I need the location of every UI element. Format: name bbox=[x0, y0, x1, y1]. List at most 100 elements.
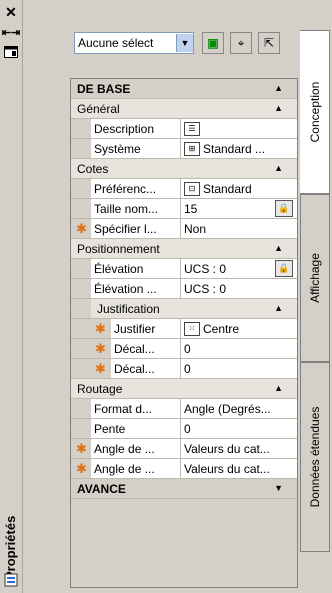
expand-icon[interactable]: ▼ bbox=[274, 483, 283, 493]
prop-name: Décal... bbox=[111, 359, 181, 378]
description-icon[interactable]: ☰ bbox=[184, 121, 200, 136]
collapse-icon[interactable]: ▲ bbox=[274, 163, 283, 173]
prop-name: Justifier bbox=[111, 319, 181, 338]
prop-specifier[interactable]: ✱ Spécifier l... Non bbox=[71, 219, 297, 239]
star-icon: ✱ bbox=[76, 221, 87, 236]
prop-name: Élévation bbox=[91, 259, 181, 278]
group-justification-label: Justification bbox=[97, 302, 160, 316]
preference-icon: ⊡ bbox=[184, 181, 200, 196]
group-routage-label: Routage bbox=[77, 382, 123, 396]
prop-value[interactable]: Valeurs du cat... bbox=[181, 439, 297, 458]
prop-name: Angle de ... bbox=[91, 439, 181, 458]
chevron-down-icon[interactable]: ▼ bbox=[176, 34, 193, 52]
prop-value[interactable]: ⊞ Standard ... bbox=[181, 139, 297, 158]
prop-name: Description bbox=[91, 119, 181, 138]
tab-affichage[interactable]: Affichage bbox=[300, 194, 330, 362]
properties-palette: ✕ ⇤⇥ Propriétés Aucune sélect ▼ ▣ ⌖ ⇱ DE… bbox=[0, 0, 332, 593]
prop-value-text: Standard ... bbox=[203, 141, 266, 156]
prop-name: Pente bbox=[91, 419, 181, 438]
section-de-base[interactable]: DE BASE ▲ bbox=[71, 79, 297, 99]
toggle-pickadd-icon: ⇱ bbox=[263, 36, 275, 50]
quick-select-button[interactable]: ⌖ bbox=[230, 32, 252, 54]
prop-elevation[interactable]: Élévation UCS : 0 🔒 bbox=[71, 259, 297, 279]
tab-affichage-label: Affichage bbox=[308, 253, 322, 303]
autohide-icon[interactable]: ⇤⇥ bbox=[2, 24, 20, 40]
properties-menu-icon[interactable] bbox=[3, 44, 19, 60]
prop-angle-2[interactable]: ✱ Angle de ... Valeurs du cat... bbox=[71, 459, 297, 479]
prop-name: Préférenc... bbox=[91, 179, 181, 198]
properties-grid: DE BASE ▲ Général ▲ Description ☰ Systèm… bbox=[70, 78, 298, 588]
star-icon: ✱ bbox=[76, 461, 87, 476]
prop-value-text: 0 bbox=[184, 341, 191, 356]
prop-value-text: Standard bbox=[203, 181, 252, 196]
tab-conception[interactable]: Conception bbox=[300, 30, 330, 194]
group-cotes[interactable]: Cotes ▲ bbox=[71, 159, 297, 179]
group-routage[interactable]: Routage ▲ bbox=[71, 379, 297, 399]
prop-name: Taille nom... bbox=[91, 199, 181, 218]
select-objects-button[interactable]: ▣ bbox=[202, 32, 224, 54]
prop-value-text: Valeurs du cat... bbox=[184, 441, 270, 456]
group-cotes-label: Cotes bbox=[77, 162, 109, 176]
tab-conception-label: Conception bbox=[307, 81, 322, 143]
prop-systeme[interactable]: Système ⊞ Standard ... bbox=[71, 139, 297, 159]
prop-value[interactable]: 0 bbox=[181, 339, 297, 358]
system-icon: ⊞ bbox=[184, 141, 200, 156]
palette-title-strip[interactable]: ✕ ⇤⇥ Propriétés bbox=[0, 0, 23, 593]
prop-format[interactable]: Format d... Angle (Degrés... bbox=[71, 399, 297, 419]
prop-value[interactable]: 0 bbox=[181, 359, 297, 378]
prop-name: Angle de ... bbox=[91, 459, 181, 478]
prop-value-text: Angle (Degrés... bbox=[184, 401, 271, 416]
prop-justifier[interactable]: ✱ Justifier ⁙ Centre bbox=[71, 319, 297, 339]
group-positionnement[interactable]: Positionnement ▲ bbox=[71, 239, 297, 259]
lock-icon[interactable]: 🔒 bbox=[275, 200, 293, 217]
prop-angle-1[interactable]: ✱ Angle de ... Valeurs du cat... bbox=[71, 439, 297, 459]
prop-value[interactable]: Angle (Degrés... bbox=[181, 399, 297, 418]
toggle-pickadd-button[interactable]: ⇱ bbox=[258, 32, 280, 54]
close-icon[interactable]: ✕ bbox=[3, 4, 19, 20]
prop-value-text: 0 bbox=[184, 421, 191, 436]
palette-tabs: Conception Affichage Données étendues bbox=[300, 30, 332, 593]
prop-value[interactable]: UCS : 0 bbox=[181, 279, 297, 298]
prop-elevation-2[interactable]: Élévation ... UCS : 0 bbox=[71, 279, 297, 299]
selection-dropdown-value: Aucune sélect bbox=[78, 36, 154, 50]
prop-taille[interactable]: Taille nom... 15 🔒 bbox=[71, 199, 297, 219]
prop-name: Décal... bbox=[111, 339, 181, 358]
group-justification[interactable]: Justification ▲ bbox=[71, 299, 297, 319]
collapse-icon[interactable]: ▲ bbox=[274, 303, 283, 313]
prop-value-text: Non bbox=[184, 221, 207, 236]
prop-value[interactable]: 0 bbox=[181, 419, 297, 438]
prop-preference[interactable]: Préférenc... ⊡ Standard bbox=[71, 179, 297, 199]
prop-name: Format d... bbox=[91, 399, 181, 418]
collapse-icon[interactable]: ▲ bbox=[274, 383, 283, 393]
tab-donnees-etendues-label: Données étendues bbox=[308, 406, 322, 508]
prop-description[interactable]: Description ☰ bbox=[71, 119, 297, 139]
prop-value[interactable]: ⊡ Standard bbox=[181, 179, 297, 198]
collapse-icon[interactable]: ▲ bbox=[274, 243, 283, 253]
prop-value-text: Centre bbox=[203, 321, 240, 336]
prop-decal-2[interactable]: ✱ Décal... 0 bbox=[71, 359, 297, 379]
collapse-icon[interactable]: ▲ bbox=[274, 83, 283, 93]
prop-decal-1[interactable]: ✱ Décal... 0 bbox=[71, 339, 297, 359]
quick-select-icon: ⌖ bbox=[237, 35, 245, 50]
justify-grid-icon: ⁙ bbox=[184, 321, 200, 336]
section-avance[interactable]: AVANCE ▼ bbox=[71, 479, 297, 499]
prop-value-text: 0 bbox=[184, 361, 191, 376]
lock-icon[interactable]: 🔒 bbox=[275, 260, 293, 277]
section-avance-label: AVANCE bbox=[77, 482, 126, 496]
prop-value[interactable]: ☰ bbox=[181, 119, 297, 138]
group-positionnement-label: Positionnement bbox=[77, 242, 160, 256]
star-icon: ✱ bbox=[76, 441, 87, 456]
star-icon: ✱ bbox=[95, 341, 106, 356]
prop-name: Système bbox=[91, 139, 181, 158]
tab-donnees-etendues[interactable]: Données étendues bbox=[300, 362, 330, 552]
group-general[interactable]: Général ▲ bbox=[71, 99, 297, 119]
collapse-icon[interactable]: ▲ bbox=[274, 103, 283, 113]
palette-properties-icon[interactable] bbox=[3, 572, 19, 588]
prop-pente[interactable]: Pente 0 bbox=[71, 419, 297, 439]
prop-value[interactable]: Non bbox=[181, 219, 297, 238]
prop-name: Élévation ... bbox=[91, 279, 181, 298]
prop-value-text: UCS : 0 bbox=[184, 281, 227, 296]
prop-value[interactable]: Valeurs du cat... bbox=[181, 459, 297, 478]
prop-value[interactable]: ⁙ Centre bbox=[181, 319, 297, 338]
selection-dropdown[interactable]: Aucune sélect ▼ bbox=[74, 32, 194, 54]
